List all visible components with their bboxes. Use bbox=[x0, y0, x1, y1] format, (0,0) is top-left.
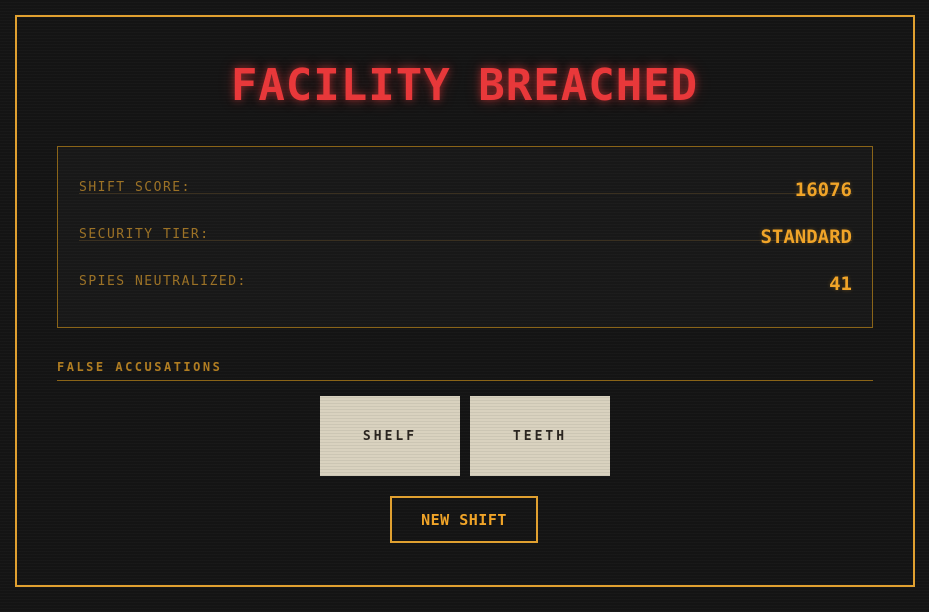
accusation-card: SHELF bbox=[320, 396, 460, 476]
new-shift-button[interactable]: NEW SHIFT bbox=[390, 496, 538, 543]
spies-neutralized-value: 41 bbox=[829, 273, 852, 295]
stat-row-shift-score: SHIFT SCORE: 16076 bbox=[79, 147, 852, 201]
stat-row-security-tier: SECURITY TIER: STANDARD bbox=[79, 194, 852, 248]
false-accusations-heading: FALSE ACCUSATIONS bbox=[57, 360, 223, 374]
shift-score-label: SHIFT SCORE: bbox=[79, 180, 191, 195]
stat-row-spies-neutralized: SPIES NEUTRALIZED: 41 bbox=[79, 241, 852, 295]
section-divider bbox=[57, 380, 873, 381]
stats-panel: SHIFT SCORE: 16076 SECURITY TIER: STANDA… bbox=[57, 146, 873, 328]
security-tier-label: SECURITY TIER: bbox=[79, 227, 210, 242]
game-over-title: FACILITY BREACHED bbox=[230, 60, 699, 111]
accusation-card: TEETH bbox=[470, 396, 610, 476]
spies-neutralized-label: SPIES NEUTRALIZED: bbox=[79, 274, 247, 289]
